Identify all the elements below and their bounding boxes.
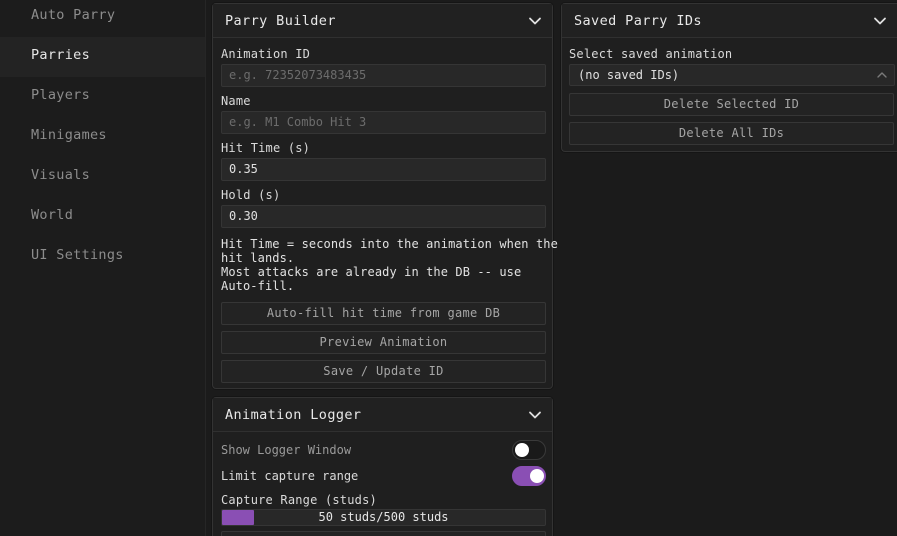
- delete-all-ids-button[interactable]: Delete All IDs: [569, 122, 894, 145]
- sidebar-item-players[interactable]: Players: [0, 77, 205, 117]
- show-logger-toggle[interactable]: [512, 440, 546, 460]
- sidebar: Auto Parry Parries Players Minigames Vis…: [0, 0, 205, 536]
- sidebar-divider: [205, 0, 206, 536]
- hold-label: Hold (s): [221, 188, 281, 202]
- preview-animation-button[interactable]: Preview Animation: [221, 331, 546, 354]
- sidebar-item-parries[interactable]: Parries: [0, 37, 205, 77]
- limit-capture-label: Limit capture range: [221, 469, 359, 483]
- chevron-down-icon[interactable]: [873, 14, 887, 28]
- saved-animation-selected-value: (no saved IDs): [578, 68, 680, 82]
- delete-selected-id-button[interactable]: Delete Selected ID: [569, 93, 894, 116]
- next-control-edge: [221, 531, 546, 536]
- toggle-knob: [530, 469, 544, 483]
- capture-range-value: 50 studs/500 studs: [318, 510, 449, 524]
- hit-time-label: Hit Time (s): [221, 141, 311, 155]
- limit-capture-row: Limit capture range: [221, 466, 546, 486]
- sidebar-item-world[interactable]: World: [0, 197, 205, 237]
- toggle-knob: [515, 443, 529, 457]
- parry-builder-header[interactable]: Parry Builder: [213, 4, 552, 38]
- show-logger-row: Show Logger Window: [221, 440, 546, 460]
- hit-time-input[interactable]: 0.35: [221, 158, 546, 181]
- chevron-up-icon: [877, 72, 887, 78]
- name-input[interactable]: e.g. M1 Combo Hit 3: [221, 111, 546, 134]
- limit-capture-toggle[interactable]: [512, 466, 546, 486]
- saved-parry-ids-title: Saved Parry IDs: [574, 12, 702, 29]
- save-update-button[interactable]: Save / Update ID: [221, 360, 546, 383]
- sidebar-item-visuals[interactable]: Visuals: [0, 157, 205, 197]
- saved-parry-ids-header[interactable]: Saved Parry IDs: [562, 4, 897, 38]
- capture-range-slider[interactable]: 50 studs/500 studs: [221, 509, 546, 526]
- hit-time-note: Hit Time = seconds into the animation wh…: [221, 237, 558, 293]
- parry-builder-panel: Parry Builder Animation ID e.g. 72352073…: [212, 3, 558, 389]
- animation-logger-panel: Animation Logger Show Logger Window Limi…: [212, 397, 553, 536]
- parry-builder-title: Parry Builder: [225, 12, 336, 29]
- chevron-down-icon[interactable]: [528, 14, 542, 28]
- animation-logger-title: Animation Logger: [225, 406, 362, 423]
- saved-parry-ids-panel: Saved Parry IDs Select saved animation (…: [561, 3, 897, 152]
- saved-animation-select[interactable]: (no saved IDs): [569, 64, 895, 86]
- animation-id-label: Animation ID: [221, 47, 311, 61]
- capture-range-label: Capture Range (studs): [221, 493, 377, 507]
- sidebar-item-ui-settings[interactable]: UI Settings: [0, 237, 205, 277]
- sidebar-item-auto-parry[interactable]: Auto Parry: [0, 0, 205, 37]
- animation-logger-header[interactable]: Animation Logger: [213, 398, 552, 432]
- hold-input[interactable]: 0.30: [221, 205, 546, 228]
- select-saved-animation-label: Select saved animation: [569, 47, 733, 61]
- show-logger-label: Show Logger Window: [221, 443, 352, 457]
- autofill-button[interactable]: Auto-fill hit time from game DB: [221, 302, 546, 325]
- sidebar-item-minigames[interactable]: Minigames: [0, 117, 205, 157]
- animation-id-input[interactable]: e.g. 72352073483435: [221, 64, 546, 87]
- name-label: Name: [221, 94, 251, 108]
- chevron-down-icon[interactable]: [528, 408, 542, 422]
